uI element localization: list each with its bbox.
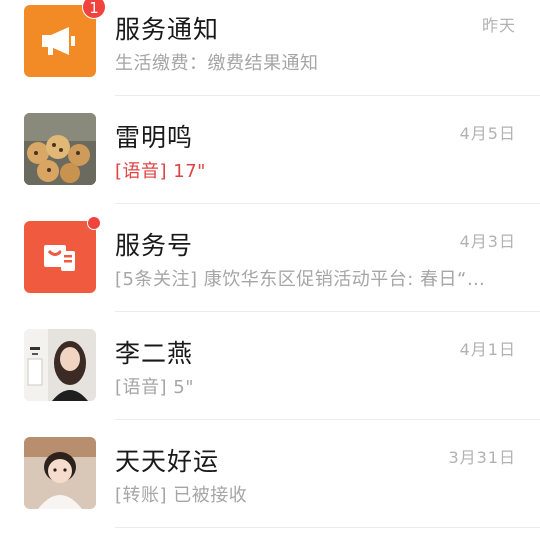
- chat-preview: [语音] 17": [115, 161, 206, 182]
- shopping-bag-icon: [44, 245, 75, 271]
- avatar: [24, 113, 96, 185]
- chat-preview: [5条关注] 康饮华东区促销活动平台: 春日“…: [115, 269, 486, 290]
- chat-name: 李二燕: [115, 339, 194, 368]
- avatar: [24, 437, 96, 509]
- woman-photo: [24, 329, 96, 401]
- chat-name: 服务号: [115, 231, 194, 260]
- chat-preview: 生活缴费：缴费结果通知: [115, 53, 319, 74]
- unread-dot: [87, 216, 101, 230]
- chat-time: 4月5日: [459, 124, 516, 143]
- avatar: 1: [24, 0, 106, 77]
- cookies-photo: [24, 113, 96, 185]
- chat-time: 3月31日: [448, 448, 516, 467]
- chat-time: 4月1日: [459, 340, 516, 359]
- divider: [115, 527, 540, 528]
- chat-item-li-eryan[interactable]: 李二燕 [语音] 5" 4月1日: [0, 312, 540, 420]
- avatar: [24, 216, 101, 293]
- child-photo: [24, 437, 96, 509]
- chat-name: 服务通知: [115, 15, 220, 44]
- chat-item-tiantian-haoyun[interactable]: 天天好运 [转账] 已被接收 3月31日: [0, 420, 540, 528]
- chat-item-lei-mingming[interactable]: 雷明鸣 [语音] 17" 4月5日: [0, 96, 540, 204]
- chat-item-service-accounts[interactable]: 服务号 [5条关注] 康饮华东区促销活动平台: 春日“… 4月3日: [0, 204, 540, 312]
- chat-preview: [转账] 已被接收: [115, 485, 248, 506]
- avatar: [24, 329, 96, 401]
- chat-time: 昨天: [481, 16, 516, 35]
- chat-name: 雷明鸣: [115, 123, 194, 152]
- chat-preview: [语音] 5": [115, 377, 194, 398]
- chat-time: 4月3日: [459, 232, 516, 251]
- unread-count-badge: 1: [82, 0, 106, 19]
- chat-item-service-notice[interactable]: 1 服务通知 生活缴费：缴费结果通知 昨天: [0, 0, 540, 96]
- chat-name: 天天好运: [115, 447, 220, 476]
